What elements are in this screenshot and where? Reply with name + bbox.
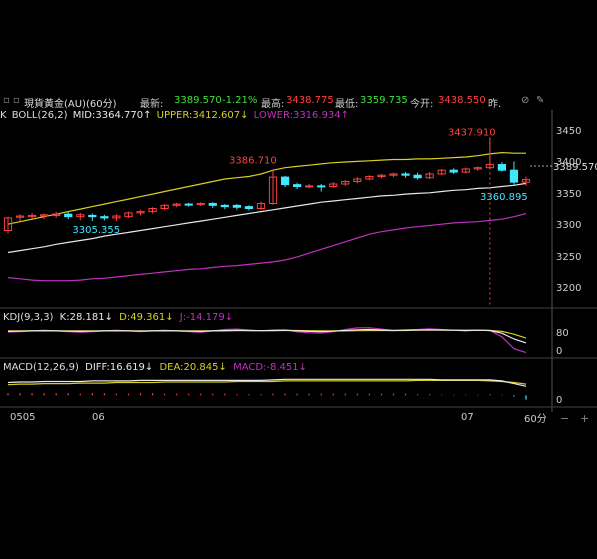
candlestick-chart[interactable]: KDJ(9,3,3) K:28.181↓ D:49.361↓ J:-14.179… — [0, 92, 597, 429]
x-label-0505: 0505 — [10, 412, 35, 423]
macd-tick-0: 0 — [556, 395, 562, 406]
candle-body — [497, 164, 507, 171]
boll-mid-line — [7, 182, 527, 254]
candle-body — [401, 173, 410, 176]
candle-body — [184, 203, 193, 206]
current-price-tag: 3389.570 — [553, 162, 597, 173]
candle-body — [305, 185, 314, 188]
annotation-low: 3305.355 — [72, 225, 120, 236]
candle-body — [449, 169, 458, 173]
period-label[interactable]: 60分 — [524, 413, 547, 425]
candle-body — [317, 185, 326, 188]
price-tick-3200: 3200 — [556, 283, 581, 294]
candle-body — [220, 204, 229, 208]
price-tick-3450: 3450 — [556, 126, 581, 137]
candle-body — [244, 206, 254, 209]
candle-body — [232, 204, 241, 208]
price-tick-3350: 3350 — [556, 189, 581, 200]
kdj-j: J:-14.179↓ — [179, 312, 233, 323]
kdj-tick-80: 80 — [556, 328, 569, 339]
candle-body — [64, 213, 73, 218]
candle-body — [293, 184, 302, 188]
candle-body — [88, 214, 97, 218]
zoom-in-icon[interactable]: + — [580, 412, 589, 425]
boll-lower-line — [7, 212, 527, 282]
annotation-high: 3386.710 — [229, 156, 277, 167]
kdj-d: D:49.361↓ — [119, 312, 173, 323]
candle-body — [208, 202, 217, 206]
macd-dea: DEA:20.845↓ — [159, 362, 226, 373]
kdj-k: K:28.181↓ — [60, 312, 113, 323]
price-tick-3250: 3250 — [556, 252, 581, 263]
kdj-tick-0: 0 — [556, 346, 562, 357]
candle-body — [509, 169, 519, 183]
annotation-low: 3360.895 — [480, 192, 528, 203]
macd-value: MACD:-8.451↓ — [233, 362, 307, 373]
annotation-high: 3437.910 — [448, 128, 496, 139]
chart-frame: ▫ ▫ 現貨黃金(AU)(60分) 最新: 3389.570 -1.21% 最高… — [0, 92, 597, 429]
kdj-k-line — [7, 328, 527, 344]
macd-legend: MACD(12,26,9) DIFF:16.619↓ DEA:20.845↓ M… — [3, 362, 307, 373]
macd-title: MACD(12,26,9) — [3, 362, 79, 373]
candle-body — [413, 174, 422, 179]
candle-body — [100, 216, 109, 219]
price-tick-3300: 3300 — [556, 220, 581, 231]
kdj-legend: KDJ(9,3,3) K:28.181↓ D:49.361↓ J:-14.179… — [3, 312, 233, 323]
candle-body — [280, 176, 290, 186]
zoom-out-icon[interactable]: − — [560, 412, 569, 425]
x-label-06: 06 — [92, 412, 105, 423]
kdj-title: KDJ(9,3,3) — [3, 312, 54, 323]
macd-diff: DIFF:16.619↓ — [85, 362, 153, 373]
x-label-07: 07 — [461, 412, 474, 423]
